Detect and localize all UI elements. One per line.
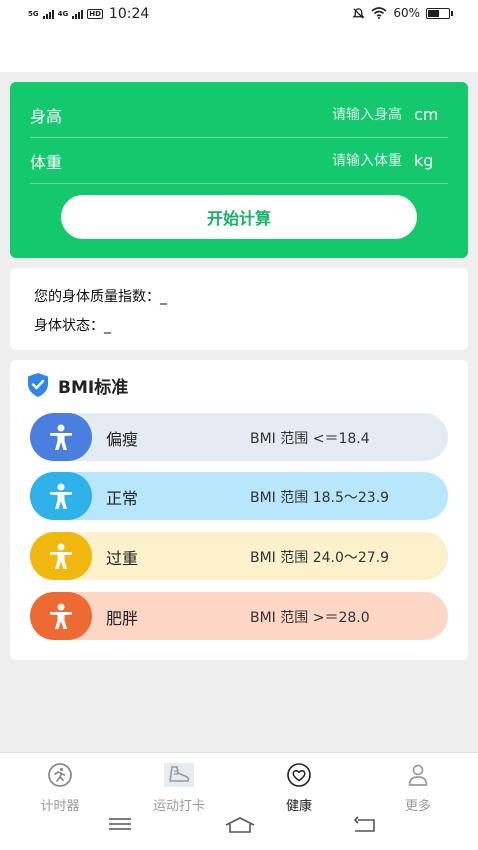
weight-label: 体重 (30, 152, 63, 172)
back-icon[interactable] (352, 816, 378, 834)
height-unit: cm (414, 105, 439, 124)
height-input[interactable] (242, 106, 402, 123)
heart-icon (287, 763, 311, 787)
bmi-category-overweight: 过重 BMI 范围 24.0～27.9 (30, 532, 448, 580)
person-icon (30, 472, 92, 520)
signal-5g-label: 5G (28, 10, 39, 18)
person-icon (30, 592, 92, 640)
category-name: 偏瘦 (106, 430, 139, 449)
wifi-icon (371, 7, 387, 19)
home-icon[interactable] (224, 816, 256, 834)
weight-input[interactable] (242, 152, 402, 169)
input-card: 身高 cm 体重 kg 开始计算 (10, 82, 468, 258)
shoe-icon (164, 763, 194, 787)
shield-check-icon (28, 373, 48, 397)
body-status-value: _ (104, 318, 111, 334)
battery-icon (426, 7, 453, 19)
bmi-standard-title: BMI标准 (58, 377, 129, 398)
battery-percent: 60% (393, 6, 420, 20)
battery-fill (428, 9, 440, 17)
category-range: BMI 范围 >＝28.0 (250, 610, 370, 626)
signal-4g-label: 4G (57, 10, 69, 18)
runner-icon (48, 763, 72, 787)
person-icon (30, 413, 92, 461)
category-range: BMI 范围 18.5～23.9 (250, 490, 390, 506)
person-icon (30, 532, 92, 580)
category-name: 肥胖 (106, 609, 139, 628)
bmi-result-label: 您的身体质量指数： (34, 289, 160, 305)
category-range: BMI 范围 24.0～27.9 (250, 550, 390, 566)
bmi-category-underweight: 偏瘦 BMI 范围 <＝18.4 (30, 413, 448, 461)
result-card: 您的身体质量指数：_ 身体状态：_ (10, 268, 468, 350)
bmi-result-value: _ (160, 289, 167, 305)
signal-icon (42, 9, 54, 19)
hd-badge: HD (87, 9, 103, 19)
menu-icon[interactable] (108, 816, 132, 832)
bmi-standard-header: BMI标准 (26, 372, 128, 398)
bmi-standard-card: BMI标准 偏瘦 BMI 范围 <＝18.4 正常 BMI 范围 18.5～23… (10, 360, 468, 660)
tab-health[interactable]: 健康 (254, 763, 344, 814)
status-time: 10:24 (108, 6, 150, 22)
start-calculate-button[interactable]: 开始计算 (61, 195, 417, 239)
status-right: 60% (352, 6, 453, 20)
body-status-label: 身体状态： (34, 318, 104, 334)
weight-row: 体重 kg (30, 138, 448, 184)
height-label: 身高 (30, 106, 63, 126)
status-left: 5G 4G HD 10:24 (28, 6, 149, 22)
mute-icon (352, 7, 366, 19)
tab-timer[interactable]: 计时器 (15, 763, 105, 814)
tab-workout-checkin[interactable]: 运动打卡 (134, 763, 224, 814)
status-bar: 5G 4G HD 10:24 60% (0, 0, 478, 72)
height-row: 身高 cm (30, 92, 448, 138)
tab-more[interactable]: 更多 (373, 763, 463, 814)
person-icon (408, 764, 428, 786)
category-name: 过重 (106, 549, 139, 568)
category-name: 正常 (106, 489, 139, 508)
body-status-line: 身体状态：_ (34, 315, 111, 335)
system-nav-bar (0, 812, 478, 844)
bmi-category-obese: 肥胖 BMI 范围 >＝28.0 (30, 592, 448, 640)
weight-unit: kg (414, 151, 434, 170)
bmi-category-normal: 正常 BMI 范围 18.5～23.9 (30, 472, 448, 520)
category-range: BMI 范围 <＝18.4 (250, 431, 370, 447)
signal-icon (72, 9, 84, 19)
bmi-result-line: 您的身体质量指数：_ (34, 286, 167, 306)
